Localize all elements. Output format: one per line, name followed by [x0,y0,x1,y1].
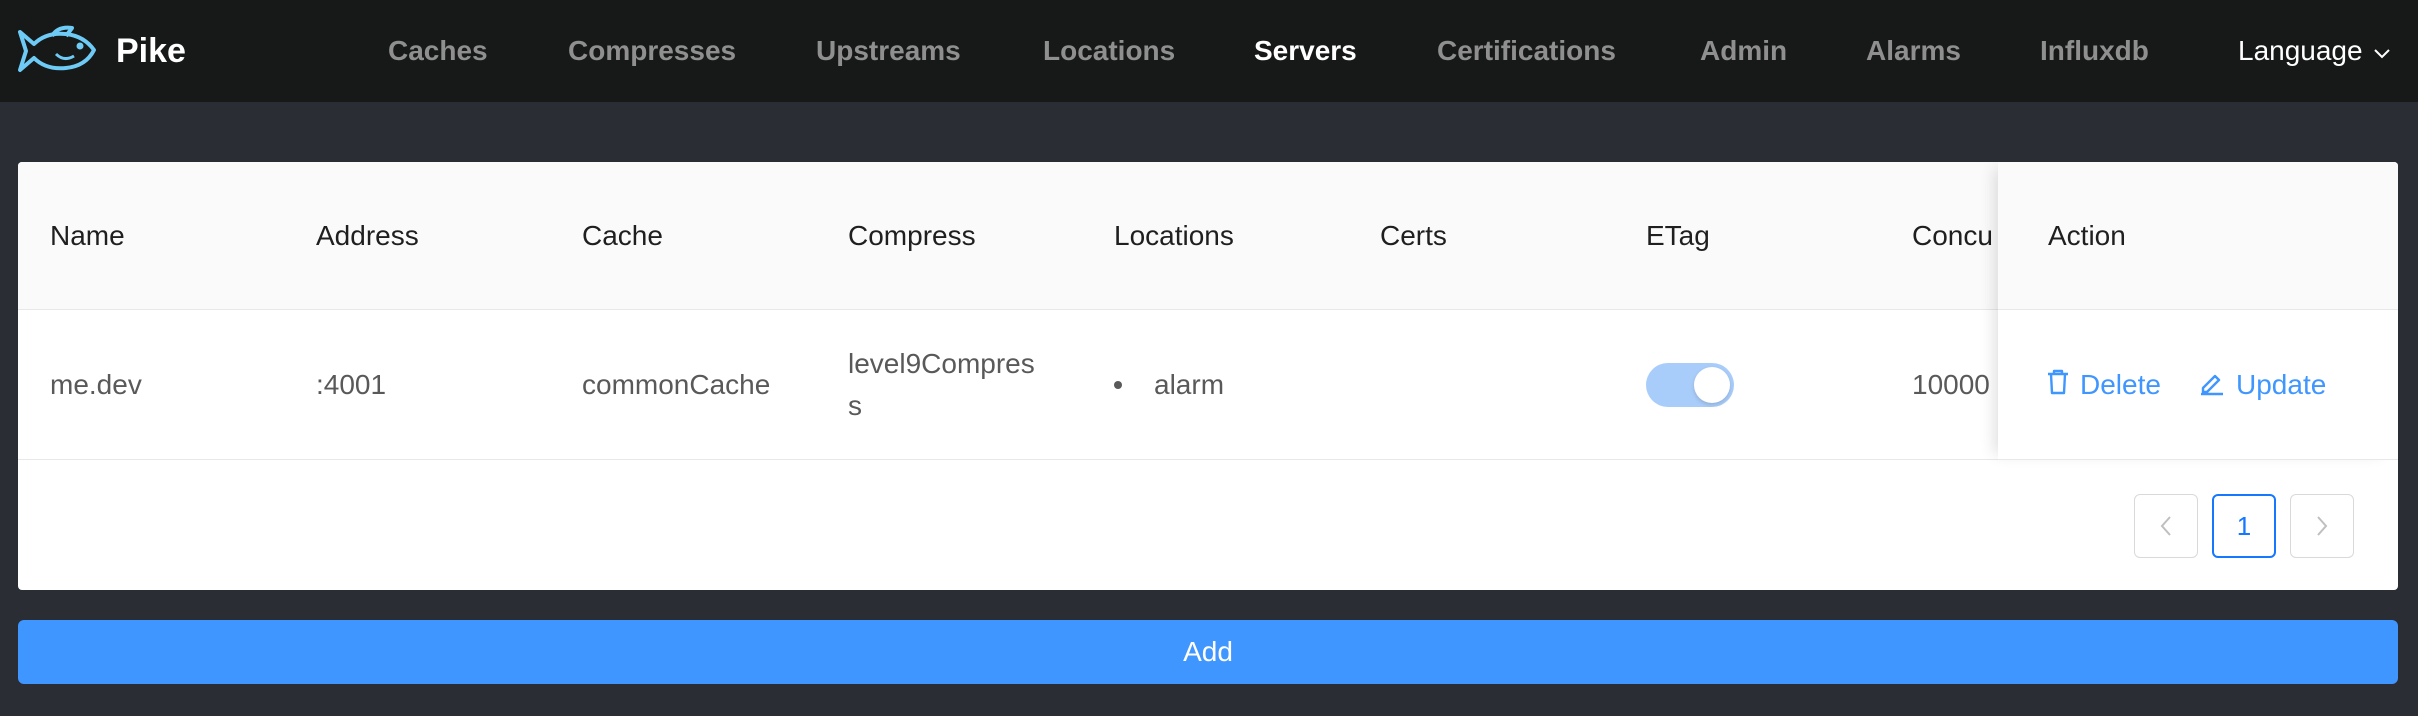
column-compress: Compress [848,220,976,251]
language-selector[interactable]: Language [2238,0,2391,102]
nav-certifications[interactable]: Certifications [1437,0,1616,102]
cell-compress: level9Compress [848,348,1035,421]
cell-locations: alarm [1114,310,1224,460]
servers-table-card: Name Address Cache Compress Locations Ce… [18,162,2398,590]
chevron-left-icon [2160,516,2171,536]
cell-name: me.dev [50,369,142,400]
delete-label: Delete [2080,369,2161,400]
nav-alarms[interactable]: Alarms [1866,0,1961,102]
toggle-knob [1694,367,1730,403]
nav-caches[interactable]: Caches [388,0,488,102]
nav-admin[interactable]: Admin [1700,0,1787,102]
chevron-right-icon [2317,516,2328,536]
action-column: Action Delete Update [1998,162,2398,460]
etag-toggle[interactable] [1646,363,1734,407]
add-button[interactable]: Add [18,620,2398,684]
column-locations: Locations [1114,220,1234,251]
cell-cache: commonCache [582,369,771,400]
column-concurrency: Concu [1912,220,1993,251]
list-bullet [1114,381,1122,389]
location-item: alarm [1154,369,1225,400]
column-name: Name [50,220,125,251]
cell-concurrency: 10000 [1912,369,1990,400]
app-name: Pike [116,31,186,70]
delete-button[interactable]: Delete [2046,310,2161,460]
cell-address: :4001 [316,369,387,400]
nav-influxdb[interactable]: Influxdb [2040,0,2149,102]
column-address: Address [316,220,419,251]
language-label: Language [2238,35,2363,66]
column-cache: Cache [582,220,663,251]
update-button[interactable]: Update [2198,310,2326,460]
top-nav: Pike Caches Compresses Upstreams Locatio… [0,0,2418,102]
column-certs: Certs [1380,220,1447,251]
column-action: Action [1998,162,2398,310]
logo[interactable]: Pike [16,22,186,80]
action-cell: Delete Update [1998,310,2398,460]
nav-servers[interactable]: Servers [1254,0,1357,102]
cell-etag [1646,310,1734,460]
chevron-down-icon [2373,0,2391,102]
nav-compresses[interactable]: Compresses [568,0,736,102]
nav-locations[interactable]: Locations [1043,0,1175,102]
pagination-page-1[interactable]: 1 [2212,494,2276,558]
edit-icon [2198,368,2236,403]
pagination-next[interactable] [2290,494,2354,558]
nav-upstreams[interactable]: Upstreams [816,0,961,102]
pagination-prev[interactable] [2134,494,2198,558]
pike-fish-icon [16,22,98,80]
trash-icon [2046,368,2080,403]
update-label: Update [2236,369,2327,400]
column-etag: ETag [1646,220,1710,251]
